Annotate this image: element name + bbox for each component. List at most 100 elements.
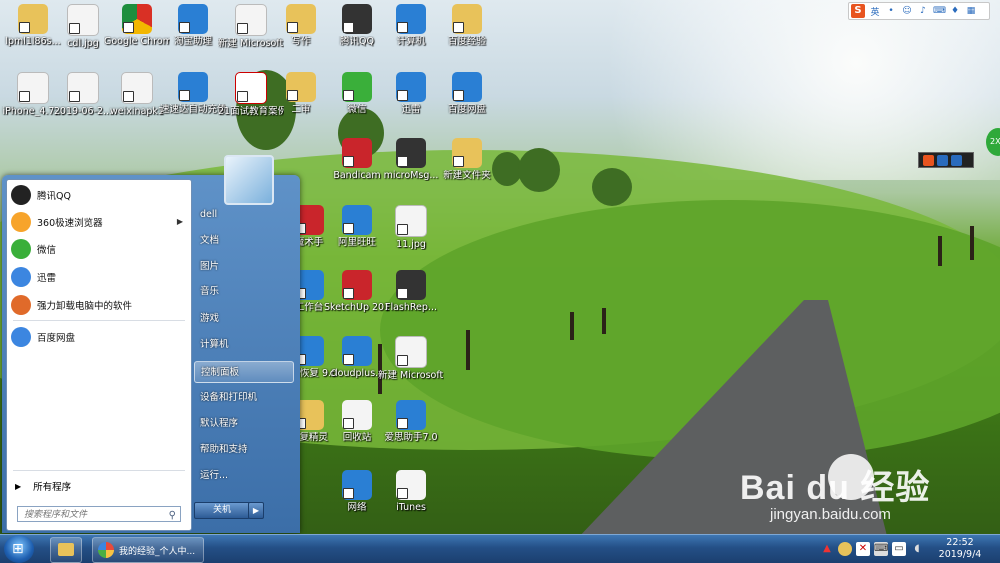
fence-post [970,226,974,260]
start-menu-place[interactable]: dell [194,204,294,226]
start-menu-place[interactable]: 图片 [194,256,294,278]
start-button[interactable]: ⊞ [4,535,34,563]
grid-icon[interactable]: ▦ [965,6,977,16]
start-menu-item[interactable]: 迅雷 [11,266,187,288]
desktop-icon-label: 11.jpg [396,239,426,250]
all-programs-button[interactable]: ▶ 所有程序 [15,477,185,495]
file-icon [395,205,427,237]
start-menu-item[interactable]: 360极速浏览器 ▶ [11,211,187,233]
app-icon [178,4,208,34]
security-icon[interactable] [838,542,852,556]
volume-icon[interactable]: ◖ [910,542,924,556]
desktop-icon-label: 新建 Microsoft... [378,370,444,381]
app-icon [396,270,426,300]
watermark-url: jingyan.baidu.com [770,506,891,523]
start-menu-place[interactable]: 文档 [194,230,294,252]
all-programs-label: 所有程序 [33,482,72,493]
taskbar: ⊞ 我的经验_个人中... ▲ ✕ ⌨ ▭ ◖ 22:52 2019/9/4 [0,534,1000,563]
app-icon [396,138,426,168]
red-flag-icon[interactable]: ▲ [820,542,834,556]
app-icon [396,72,426,102]
taskbar-explorer-button[interactable] [50,537,82,563]
desktop-icon-label: 新建文件夹 [443,170,491,181]
shutdown-button[interactable]: 关机 [194,502,250,519]
app-icon [342,400,372,430]
desktop-icon[interactable]: iTunes [378,470,444,513]
desktop-icon[interactable]: 百度经验 [434,4,500,47]
chrome-icon [122,4,152,34]
file-icon [17,72,49,104]
start-menu-item-label: 腾讯QQ [37,191,71,202]
start-menu-item-label: 百度网盘 [37,333,76,344]
clock[interactable]: 22:52 2019/9/4 [930,537,990,561]
folder-icon [58,543,74,556]
taskbar-browser-label: 我的经验_个人中... [119,547,196,557]
sogou-logo-icon[interactable]: S [851,4,865,18]
microphone-icon[interactable]: ♪ [917,6,929,16]
emoji-icon[interactable]: ☺ [901,6,913,16]
folder-icon [18,4,48,34]
start-menu-place[interactable]: 帮助和支持 [194,439,294,461]
desktop-icon[interactable]: FlashRep... [378,270,444,313]
start-menu-place[interactable]: 设备和打印机 [194,387,294,409]
desktop-icon[interactable]: 11.jpg [378,205,444,250]
folder-icon [286,4,316,34]
help-icon[interactable] [937,154,948,166]
start-menu-item-label: 强力卸载电脑中的软件 [37,301,133,312]
submenu-arrow-icon: ▶ [176,217,183,226]
app-icon [396,470,426,500]
file-icon [67,4,99,36]
start-menu-place[interactable]: 音乐 [194,281,294,303]
desktop-icon-label: 百度经验 [447,36,486,47]
start-menu-place[interactable]: 游戏 [194,308,294,330]
menu-icon[interactable] [951,154,962,166]
punctuation-icon[interactable]: • [885,6,897,16]
sogou-ime-toolbar[interactable]: S 英 • ☺ ♪ ⌨ ♦ ▦ [848,2,990,20]
sogou-mini-icon[interactable] [923,154,934,166]
start-menu-place[interactable]: 控制面板 [194,361,294,383]
start-menu-item[interactable]: 强力卸载电脑中的软件 [11,294,187,316]
keyboard-icon[interactable]: ⌨ [933,6,946,16]
folder-icon [452,138,482,168]
user-picture[interactable] [224,155,274,205]
shirt-icon[interactable]: ♦ [949,6,961,16]
baidu-jingyan-logo: Bai du 经验 [740,469,931,507]
desktop-icon[interactable]: 百度网盘 [434,72,500,115]
desktop-icon[interactable]: 速速达自动充值2018... [160,72,226,115]
ime-mode-toggle[interactable]: 英 [869,5,881,18]
start-menu-item[interactable]: 腾讯QQ [11,184,187,206]
start-menu-place[interactable]: 默认程序 [194,413,294,435]
start-search-input[interactable]: 搜索程序和文件 ⚲ [17,506,181,522]
search-icon[interactable]: ⚲ [169,508,176,524]
keyboard-icon[interactable]: ⌨ [874,542,888,556]
thunder-icon [11,267,31,287]
shutdown-options-button[interactable]: ▶ [248,502,264,519]
browser-360-icon [98,542,114,558]
folder-icon [286,72,316,102]
sogou-mini-bar[interactable] [918,152,974,168]
desktop-icon[interactable]: 新建文件夹 [434,138,500,181]
desktop-icon[interactable]: 淘宝助理 [160,4,226,47]
monitor-icon[interactable]: ▭ [892,542,906,556]
network-icon[interactable]: ✕ [856,542,870,556]
app-icon [342,4,372,34]
clock-time: 22:52 [946,537,974,548]
start-menu-item[interactable]: 百度网盘 [11,326,187,348]
app-icon [452,72,482,102]
baidu-watermark: Bai du 经验 jingyan.baidu.com [740,454,950,524]
start-menu: 腾讯QQ 360极速浏览器 ▶ 微信迅雷强力卸载电脑中的软件 百度网盘 ▶ 所有程序 搜… [2,155,300,533]
fence-post [570,312,574,340]
clock-date: 2019/9/4 [938,549,982,560]
separator [13,470,185,471]
fence-post [466,330,470,370]
start-menu-place[interactable]: 计算机 [194,334,294,356]
desktop-icon[interactable]: 新建 Microsoft... [378,336,444,381]
start-menu-item-label: 360极速浏览器 [37,218,103,229]
app-icon [342,470,372,500]
desktop-icon[interactable]: 爱思助手7.0 [378,400,444,443]
app-icon [342,138,372,168]
taskbar-browser-button[interactable]: 我的经验_个人中... [92,537,204,563]
desktop-icon-label: FlashRep... [384,302,437,313]
start-menu-place[interactable]: 运行... [194,465,294,487]
start-menu-item[interactable]: 微信 [11,238,187,260]
